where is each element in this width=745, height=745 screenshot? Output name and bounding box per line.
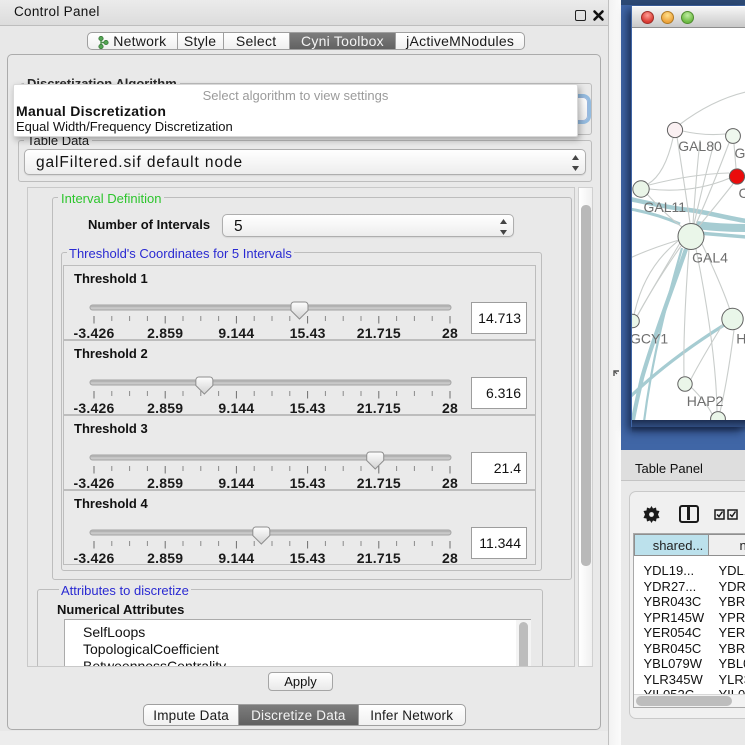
svg-text:21.715: 21.715: [357, 325, 401, 341]
svg-text:15.43: 15.43: [290, 475, 326, 491]
svg-text:15.43: 15.43: [290, 550, 326, 566]
svg-text:-3.426: -3.426: [74, 550, 115, 566]
svg-text:HAP2: HAP2: [687, 393, 724, 409]
svg-text:-3.426: -3.426: [74, 475, 115, 491]
svg-text:2.859: 2.859: [147, 400, 183, 416]
svg-text:28: 28: [442, 325, 458, 341]
svg-text:GAL11: GAL11: [644, 199, 687, 215]
svg-text:28: 28: [442, 475, 458, 491]
svg-text:15.43: 15.43: [290, 400, 326, 416]
svg-text:GA: GA: [735, 145, 745, 161]
svg-text:HI: HI: [736, 331, 745, 347]
svg-text:2.859: 2.859: [147, 325, 183, 341]
svg-text:GAL80: GAL80: [678, 138, 722, 154]
svg-text:-3.426: -3.426: [74, 400, 115, 416]
svg-text:28: 28: [442, 550, 458, 566]
svg-text:15.43: 15.43: [290, 325, 326, 341]
svg-text:21.715: 21.715: [357, 400, 401, 416]
svg-text:21.715: 21.715: [357, 550, 401, 566]
svg-text:21.715: 21.715: [357, 475, 401, 491]
svg-text:9.144: 9.144: [218, 400, 254, 416]
svg-text:9.144: 9.144: [218, 550, 254, 566]
svg-text:2.859: 2.859: [147, 550, 183, 566]
svg-text:9.144: 9.144: [218, 475, 254, 491]
svg-text:GAL4: GAL4: [692, 250, 728, 266]
svg-text:CD: CD: [739, 185, 745, 201]
svg-text:28: 28: [442, 400, 458, 416]
svg-text:9.144: 9.144: [218, 325, 254, 341]
svg-text:2.859: 2.859: [147, 475, 183, 491]
svg-text:GCY1: GCY1: [632, 331, 668, 347]
svg-text:-3.426: -3.426: [74, 325, 115, 341]
